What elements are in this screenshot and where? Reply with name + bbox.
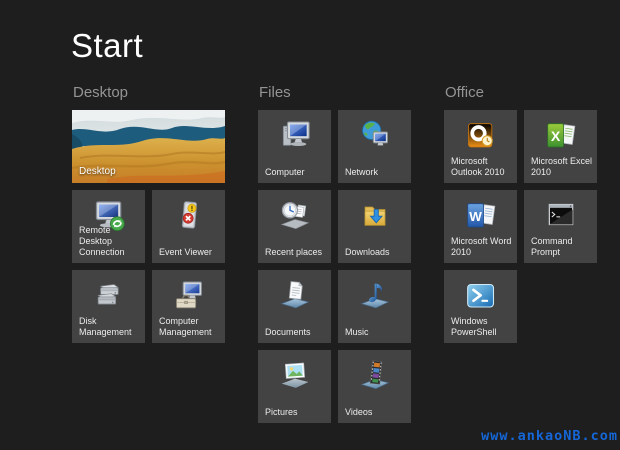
tile-label: Pictures bbox=[265, 407, 328, 418]
tile-command-prompt[interactable]: Command Prompt bbox=[524, 190, 597, 263]
event-viewer-icon bbox=[152, 197, 225, 237]
group-header-files: Files bbox=[259, 84, 411, 101]
powershell-icon bbox=[444, 277, 517, 317]
downloads-icon bbox=[338, 197, 411, 237]
documents-icon bbox=[258, 277, 331, 317]
tile-microsoft-word-2010[interactable]: W Microsoft Word 2010 bbox=[444, 190, 517, 263]
tile-group-files: Files Computer Network Recent places Dow… bbox=[258, 84, 411, 423]
tile-label: Disk Management bbox=[79, 316, 142, 338]
tile-grid: Microsoft Outlook 2010 X Microsoft Excel… bbox=[444, 110, 597, 343]
tile-label: Recent places bbox=[265, 247, 328, 258]
tile-music[interactable]: Music bbox=[338, 270, 411, 343]
tile-computer-management[interactable]: Computer Management bbox=[152, 270, 225, 343]
tile-grid: Computer Network Recent places Downloads… bbox=[258, 110, 411, 423]
svg-text:W: W bbox=[469, 209, 482, 224]
tile-event-viewer[interactable]: Event Viewer bbox=[152, 190, 225, 263]
excel-icon: X bbox=[524, 117, 597, 157]
tile-recent-places[interactable]: Recent places bbox=[258, 190, 331, 263]
tile-label: Command Prompt bbox=[531, 236, 594, 258]
disk-management-icon bbox=[72, 277, 145, 317]
svg-text:X: X bbox=[550, 129, 560, 145]
group-header-desktop: Desktop bbox=[73, 84, 225, 101]
tile-microsoft-outlook-2010[interactable]: Microsoft Outlook 2010 bbox=[444, 110, 517, 183]
tile-label: Desktop bbox=[79, 166, 222, 177]
music-icon bbox=[338, 277, 411, 317]
tile-videos[interactable]: Videos bbox=[338, 350, 411, 423]
tile-label: Videos bbox=[345, 407, 408, 418]
tile-label: Downloads bbox=[345, 247, 408, 258]
command-prompt-icon bbox=[524, 197, 597, 237]
tile-label: Microsoft Word 2010 bbox=[451, 236, 514, 258]
word-icon: W bbox=[444, 197, 517, 237]
desktop-preview-art bbox=[72, 110, 225, 183]
tile-documents[interactable]: Documents bbox=[258, 270, 331, 343]
tile-grid: Desktop Remote Desktop Connection Event … bbox=[72, 110, 225, 343]
page-title: Start bbox=[71, 27, 143, 65]
watermark: www.ankaoNB.com bbox=[481, 428, 618, 444]
tile-label: Microsoft Outlook 2010 bbox=[451, 156, 514, 178]
tile-label: Event Viewer bbox=[159, 247, 222, 258]
tile-pictures[interactable]: Pictures bbox=[258, 350, 331, 423]
tile-windows-powershell[interactable]: Windows PowerShell bbox=[444, 270, 517, 343]
tile-label: Network bbox=[345, 167, 408, 178]
tile-remote-desktop-connection[interactable]: Remote Desktop Connection bbox=[72, 190, 145, 263]
tile-label: Computer Management bbox=[159, 316, 222, 338]
tile-microsoft-excel-2010[interactable]: X Microsoft Excel 2010 bbox=[524, 110, 597, 183]
remote-desktop-icon bbox=[72, 197, 145, 237]
tile-group-office: Office Microsoft Outlook 2010 X Microsof… bbox=[444, 84, 597, 343]
group-header-office: Office bbox=[445, 84, 597, 101]
recent-places-icon bbox=[258, 197, 331, 237]
tile-group-desktop: Desktop Desktop Remote Desktop Connectio… bbox=[72, 84, 225, 343]
tile-label: Microsoft Excel 2010 bbox=[531, 156, 594, 178]
tile-label: Documents bbox=[265, 327, 328, 338]
outlook-icon bbox=[444, 117, 517, 157]
computer-management-icon bbox=[152, 277, 225, 317]
tile-label: Windows PowerShell bbox=[451, 316, 514, 338]
tile-computer[interactable]: Computer bbox=[258, 110, 331, 183]
network-icon bbox=[338, 117, 411, 157]
tile-label: Music bbox=[345, 327, 408, 338]
computer-icon bbox=[258, 117, 331, 157]
tile-downloads[interactable]: Downloads bbox=[338, 190, 411, 263]
tile-desktop[interactable]: Desktop bbox=[72, 110, 225, 183]
videos-icon bbox=[338, 357, 411, 397]
tile-label: Remote Desktop Connection bbox=[79, 225, 142, 258]
pictures-icon bbox=[258, 357, 331, 397]
tile-label: Computer bbox=[265, 167, 328, 178]
tile-disk-management[interactable]: Disk Management bbox=[72, 270, 145, 343]
tile-network[interactable]: Network bbox=[338, 110, 411, 183]
